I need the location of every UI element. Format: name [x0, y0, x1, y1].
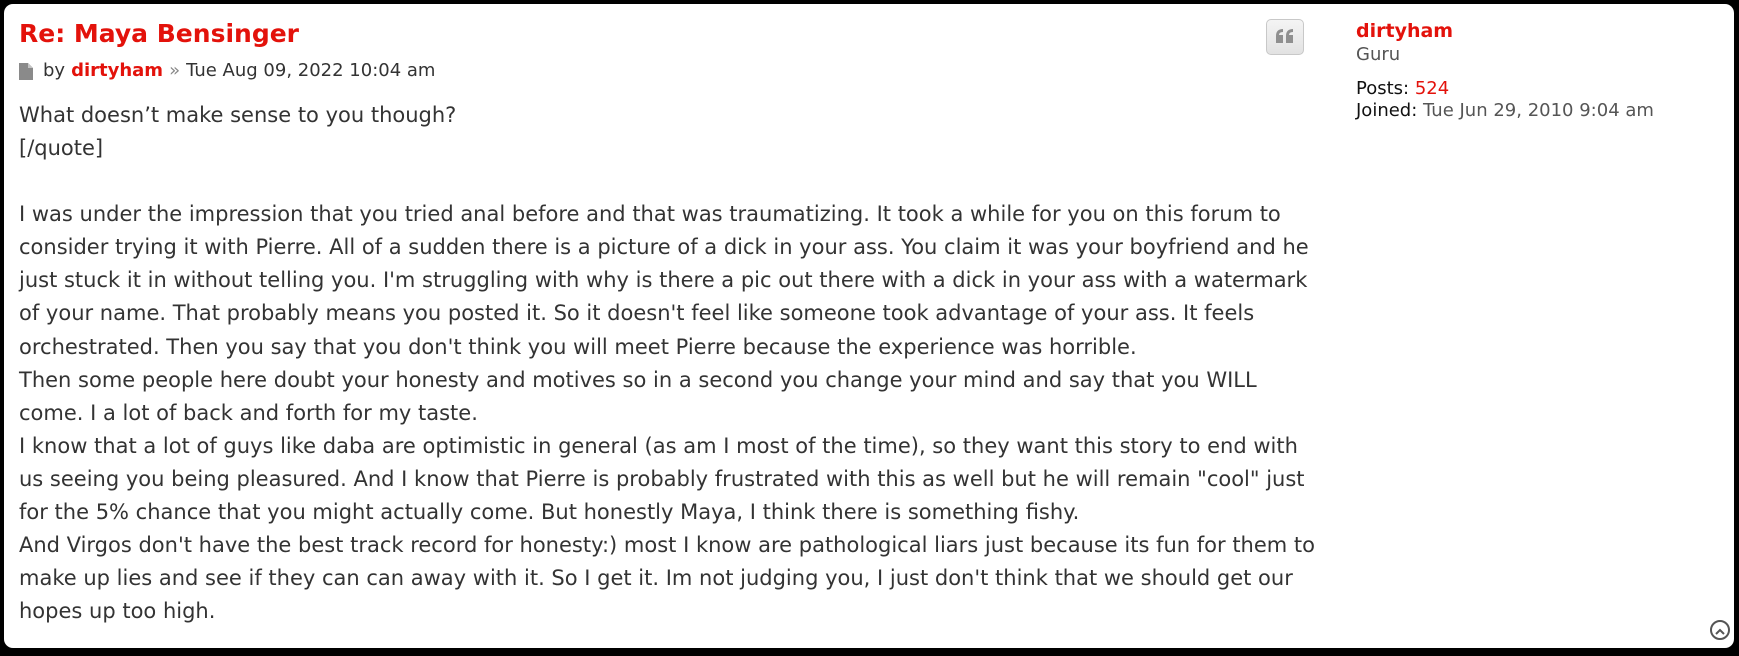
post-paragraph: What doesn’t make sense to you though? — [19, 103, 457, 127]
post-date: Tue Aug 09, 2022 10:04 am — [186, 60, 436, 81]
by-label: by — [43, 60, 66, 81]
back-to-top-button[interactable] — [1710, 620, 1730, 640]
post-container: Re: Maya Bensinger by dirtyham » Tue Aug… — [4, 4, 1734, 648]
post-file-icon[interactable] — [19, 62, 33, 80]
post-body: Re: Maya Bensinger by dirtyham » Tue Aug… — [19, 18, 1319, 628]
post-content: What doesn’t make sense to you though? [… — [19, 99, 1319, 628]
profile-joined-date: Tue Jun 29, 2010 9:04 am — [1423, 100, 1654, 121]
post-paragraph — [19, 165, 1319, 198]
post-title: Re: Maya Bensinger — [19, 18, 1319, 50]
post-paragraph: Then some people here doubt your honesty… — [19, 367, 1257, 425]
post-paragraph: I know that a lot of guys like daba are … — [19, 433, 1305, 525]
profile-posts-row: Posts: 524 — [1356, 78, 1716, 100]
profile-joined-label: Joined: — [1356, 100, 1418, 121]
quote-icon — [1276, 28, 1294, 47]
post-author-line: by dirtyham » Tue Aug 09, 2022 10:04 am — [19, 59, 1319, 83]
post-paragraph: [/quote] — [19, 136, 104, 161]
profile-username[interactable]: dirtyham — [1356, 18, 1716, 44]
post-paragraph: I was under the impression that you trie… — [19, 202, 1309, 359]
quote-button[interactable] — [1266, 19, 1304, 55]
profile-posts-label: Posts: — [1356, 78, 1410, 99]
post-title-link[interactable]: Re: Maya Bensinger — [19, 19, 299, 48]
post-author-link[interactable]: dirtyham — [71, 59, 163, 83]
profile-posts-count[interactable]: 524 — [1415, 78, 1449, 99]
author-date-separator: » — [169, 60, 181, 81]
profile-rank: Guru — [1356, 44, 1401, 65]
post-profile: dirtyham Guru Posts: 524 Joined: Tue Jun… — [1356, 18, 1716, 122]
post-paragraph: And Virgos don't have the best track rec… — [19, 533, 1316, 624]
back-to-top-icon — [1715, 621, 1725, 640]
profile-joined-row: Joined: Tue Jun 29, 2010 9:04 am — [1356, 100, 1716, 122]
